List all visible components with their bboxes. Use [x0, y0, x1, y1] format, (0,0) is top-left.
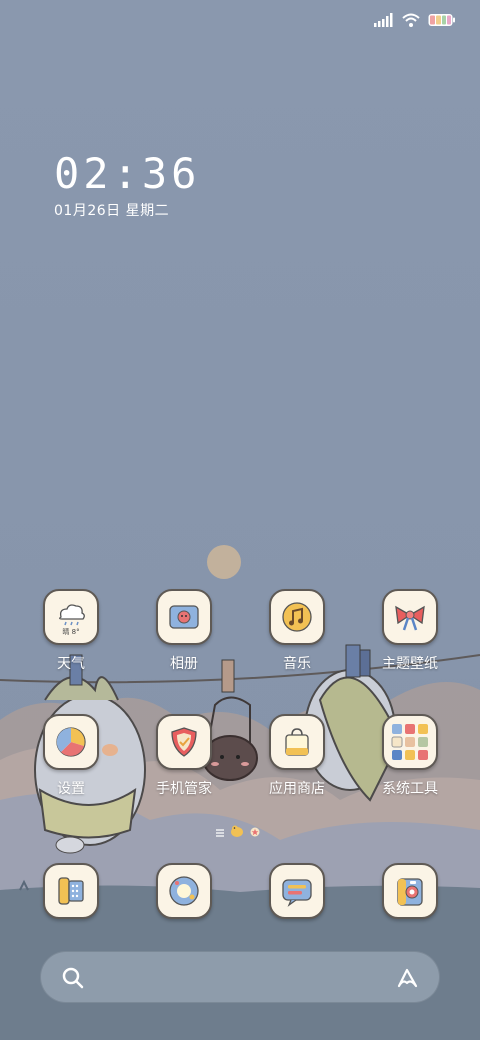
- dock-phone[interactable]: [21, 863, 121, 919]
- folder-system-tools[interactable]: 系统工具: [360, 714, 460, 798]
- clock-time: 02:36: [54, 149, 201, 198]
- clock-widget[interactable]: 02:36 01月26日 星期二: [54, 150, 200, 220]
- assistant-icon[interactable]: [395, 966, 421, 994]
- app-settings[interactable]: 设置: [21, 714, 121, 798]
- messages-icon: [269, 863, 325, 919]
- wifi-icon: [402, 12, 420, 31]
- app-label: 设置: [57, 781, 85, 797]
- app-label: 主题壁纸: [382, 656, 438, 672]
- app-label: 应用商店: [269, 781, 325, 797]
- clock-date: 01月26日 星期二: [54, 203, 170, 219]
- home-screen: 02:36 01月26日 星期二 晴 8° 天气 相册 音乐 主题壁纸 设置 手…: [0, 0, 480, 1040]
- app-label: 音乐: [283, 656, 311, 672]
- weather-icon: 晴 8°: [43, 589, 99, 645]
- camera-icon: [382, 863, 438, 919]
- app-weather[interactable]: 晴 8° 天气: [21, 589, 121, 673]
- app-label: 相册: [170, 656, 198, 672]
- app-label: 天气: [57, 656, 85, 672]
- settings-icon: [43, 714, 99, 770]
- search-icon[interactable]: [61, 966, 85, 994]
- app-theme[interactable]: 主题壁纸: [360, 589, 460, 673]
- dock-messages[interactable]: [247, 863, 347, 919]
- phone-icon: [43, 863, 99, 919]
- page-indicator-list-icon: [216, 822, 224, 841]
- theme-icon: [382, 589, 438, 645]
- page-indicator[interactable]: [216, 822, 260, 841]
- app-label: 手机管家: [156, 781, 212, 797]
- app-store[interactable]: 应用商店: [247, 714, 347, 798]
- status-bar: [374, 10, 456, 32]
- app-music[interactable]: 音乐: [247, 589, 347, 673]
- gallery-icon: [156, 589, 212, 645]
- browser-icon: [156, 863, 212, 919]
- app-security[interactable]: 手机管家: [134, 714, 234, 798]
- system-tools-folder-icon: [382, 714, 438, 770]
- app-gallery[interactable]: 相册: [134, 589, 234, 673]
- search-bar[interactable]: [40, 951, 440, 1003]
- weather-temp: 晴 8°: [62, 627, 79, 636]
- dock-camera[interactable]: [360, 863, 460, 919]
- signal-icon: [374, 12, 394, 31]
- music-icon: [269, 589, 325, 645]
- battery-icon: [428, 12, 456, 31]
- page-indicator-star-icon: [250, 822, 260, 841]
- app-store-icon: [269, 714, 325, 770]
- security-icon: [156, 714, 212, 770]
- page-indicator-active-duck-icon: [230, 822, 244, 841]
- app-label: 系统工具: [382, 781, 438, 797]
- dock-browser[interactable]: [134, 863, 234, 919]
